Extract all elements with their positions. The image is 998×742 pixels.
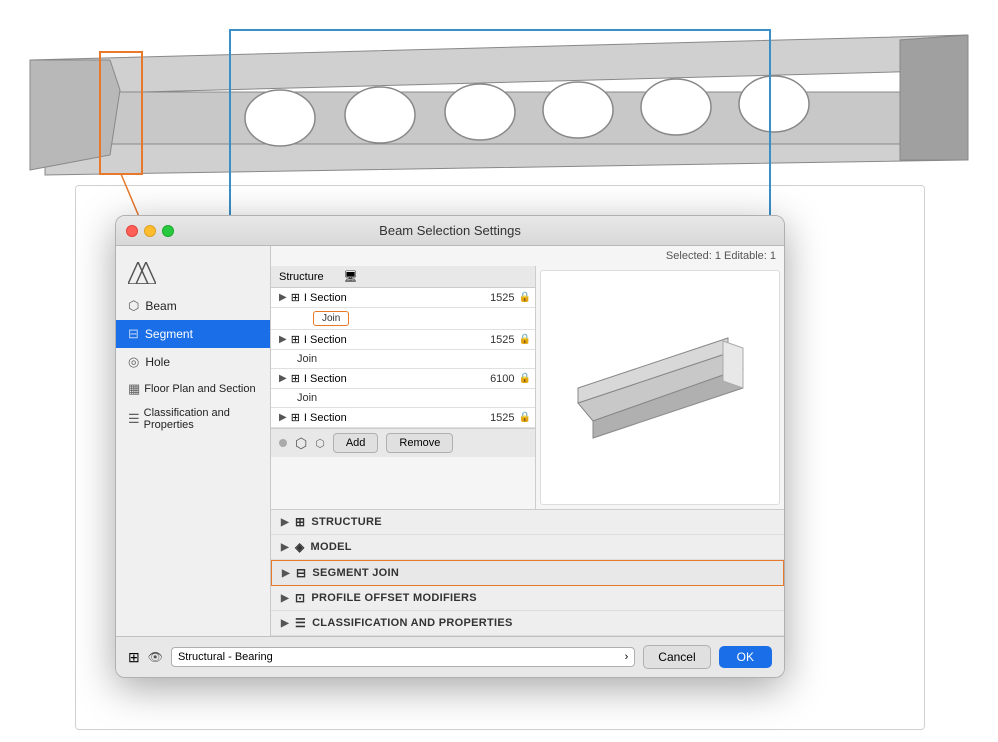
dot-indicator (279, 439, 287, 447)
table-row-2: ▶ ⊞ I Section 1525 🔒 (271, 330, 535, 350)
remove-button[interactable]: Remove (386, 433, 453, 453)
chevron-right-icon: › (625, 651, 629, 663)
add-button[interactable]: Add (333, 433, 379, 453)
sidebar-item-floor-plan[interactable]: ▦ Floor Plan and Section (116, 376, 270, 402)
sidebar-item-hole[interactable]: ◎ Hole (116, 348, 270, 376)
row-label-4: I Section (304, 412, 470, 424)
monitor-icon: 🖥 (344, 270, 358, 283)
table-row-4: ▶ ⊞ I Section 1525 🔒 (271, 408, 535, 428)
table-row-3: ▶ ⊞ I Section 6100 🔒 (271, 369, 535, 389)
table-bottom-bar: ⬡ ⬡ Add Remove (271, 428, 535, 457)
selected-info: Selected: 1 Editable: 1 (271, 246, 784, 266)
classification-expand-icon: ▶ (281, 618, 289, 629)
main-content: Selected: 1 Editable: 1 Structure 🖥 ▶ ⊞ … (271, 246, 784, 636)
segment-join-icon: ⊟ (296, 566, 306, 580)
section-segment-join[interactable]: ▶ ⊟ SEGMENT JOIN (271, 560, 784, 586)
dialog: Beam Selection Settings ⬡ Beam ⊟ Segment… (115, 215, 785, 678)
section-classification-props[interactable]: ▶ ☰ CLASSIFICATION AND PROPERTIES (271, 611, 784, 636)
footer-eye-icon: 👁 (148, 650, 163, 664)
row-label-1: I Section (304, 292, 470, 304)
sidebar-item-beam[interactable]: ⬡ Beam (116, 292, 270, 320)
table-row-join-3: Join (271, 389, 535, 408)
structure-expand-icon: ▶ (281, 517, 289, 528)
sidebar-item-segment[interactable]: ⊟ Segment (116, 320, 270, 348)
beam-illustration (30, 35, 968, 175)
row-value-2: 1525 (470, 334, 515, 346)
dialog-title: Beam Selection Settings (379, 223, 521, 238)
content-split: Structure 🖥 ▶ ⊞ I Section 1525 🔒 Join (271, 266, 784, 509)
table-row: ▶ ⊞ I Section 1525 🔒 (271, 288, 535, 308)
collapsible-sections: ▶ ⊞ STRUCTURE ▶ ◈ MODEL ▶ ⊟ SEGMENT JOIN… (271, 509, 784, 636)
maximize-button[interactable] (162, 225, 174, 237)
floor-icon: ▦ (128, 381, 140, 397)
expand-icon-3: ▶ (279, 373, 287, 384)
footer-grid-icon: ⊞ (128, 649, 140, 666)
hole-icon: ◎ (128, 354, 139, 370)
dialog-body: ⬡ Beam ⊟ Segment ◎ Hole ▦ Floor Plan and… (116, 246, 784, 636)
orange-highlight-rect (100, 52, 142, 174)
dialog-footer: ⊞ 👁 Structural - Bearing › Cancel OK (116, 636, 784, 677)
segment-icon: ⊟ (128, 326, 139, 342)
structure-col-header: Structure (279, 271, 324, 283)
beam-icon: ⬡ (128, 298, 139, 314)
join-label-3: Join (297, 392, 317, 404)
model-icon: ◈ (295, 540, 305, 554)
row-label-3: I Section (304, 373, 470, 385)
join-label-2: Join (297, 353, 317, 365)
class-icon: ☰ (128, 411, 140, 427)
lock-icon-1: 🔒 (519, 292, 531, 303)
classification-icon: ☰ (295, 616, 306, 630)
row-value-4: 1525 (470, 412, 515, 424)
beam-preview-svg (568, 323, 753, 453)
preview-area (540, 270, 780, 505)
table-bottom-icon: ⬡ (295, 435, 307, 452)
close-button[interactable] (126, 225, 138, 237)
section-structure[interactable]: ▶ ⊞ STRUCTURE (271, 510, 784, 535)
model-expand-icon: ▶ (281, 542, 289, 553)
structure-icon: ⊞ (295, 515, 305, 529)
traffic-lights (126, 225, 174, 237)
segment-join-expand-icon: ▶ (282, 568, 290, 579)
section-model[interactable]: ▶ ◈ MODEL (271, 535, 784, 560)
expand-icon-1: ▶ (279, 292, 287, 303)
lock-icon-4: 🔒 (519, 412, 531, 423)
row-label-2: I Section (304, 334, 470, 346)
dialog-titlebar: Beam Selection Settings (116, 216, 784, 246)
cancel-button[interactable]: Cancel (643, 645, 710, 669)
ok-button[interactable]: OK (719, 646, 772, 668)
table-header: Structure 🖥 (271, 266, 535, 288)
expand-icon-4: ▶ (279, 412, 287, 423)
table-row-join-1: Join (271, 308, 535, 330)
profile-icon: ⊡ (295, 591, 305, 605)
i-section-icon-4: ⊞ (291, 411, 300, 424)
profile-expand-icon: ▶ (281, 593, 289, 604)
join-button-1[interactable]: Join (313, 311, 349, 326)
section-profile-offset[interactable]: ▶ ⊡ PROFILE OFFSET MODIFIERS (271, 586, 784, 611)
expand-icon-2: ▶ (279, 334, 287, 345)
row-value-1: 1525 (470, 292, 515, 304)
app-logo-icon (128, 262, 156, 284)
table-section: Structure 🖥 ▶ ⊞ I Section 1525 🔒 Join (271, 266, 536, 509)
row-value-3: 6100 (470, 373, 515, 385)
i-section-icon-1: ⊞ (291, 291, 300, 304)
table-row-join-2: Join (271, 350, 535, 369)
sidebar: ⬡ Beam ⊟ Segment ◎ Hole ▦ Floor Plan and… (116, 246, 271, 636)
sidebar-item-classification[interactable]: ☰ Classification and Properties (116, 402, 270, 436)
table-bottom-label: ⬡ (315, 437, 325, 450)
lock-icon-2: 🔒 (519, 334, 531, 345)
i-section-icon-3: ⊞ (291, 372, 300, 385)
sidebar-logo-area (116, 254, 270, 292)
filter-select[interactable]: Structural - Bearing › (171, 647, 635, 667)
minimize-button[interactable] (144, 225, 156, 237)
lock-icon-3: 🔒 (519, 373, 531, 384)
i-section-icon-2: ⊞ (291, 333, 300, 346)
